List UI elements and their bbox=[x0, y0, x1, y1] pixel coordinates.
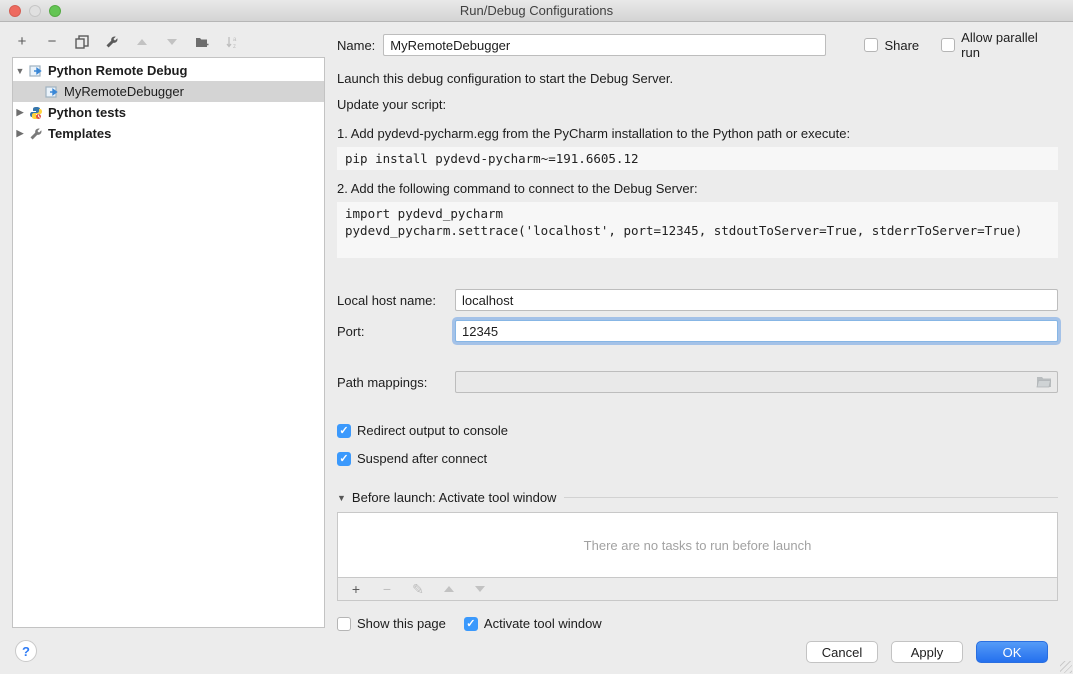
svg-text:a: a bbox=[233, 37, 237, 43]
tree-item-myremotedebugger[interactable]: MyRemoteDebugger bbox=[13, 81, 324, 102]
before-launch-toolbar: + − ✎ bbox=[337, 578, 1058, 601]
instruction-step-1: 1. Add pydevd-pycharm.egg from the PyCha… bbox=[337, 126, 1058, 141]
chevron-collapsed-icon[interactable]: ▶ bbox=[13, 107, 27, 118]
instruction-line-2: Update your script: bbox=[337, 97, 1058, 112]
new-folder-icon[interactable] bbox=[194, 34, 210, 50]
suspend-after-connect-checkbox-group[interactable]: ✓ Suspend after connect bbox=[337, 451, 1058, 466]
empty-tasks-message: There are no tasks to run before launch bbox=[584, 538, 812, 553]
local-host-name-label: Local host name: bbox=[337, 293, 455, 308]
ok-button[interactable]: OK bbox=[976, 641, 1048, 663]
cancel-button[interactable]: Cancel bbox=[806, 641, 878, 663]
python-icon bbox=[29, 106, 43, 120]
instruction-step-2: 2. Add the following command to connect … bbox=[337, 181, 1058, 196]
settrace-code-line-1: import pydevd_pycharm bbox=[345, 205, 1050, 222]
suspend-after-connect-label: Suspend after connect bbox=[357, 451, 487, 466]
tree-item-label: Templates bbox=[48, 126, 111, 141]
redirect-output-label: Redirect output to console bbox=[357, 423, 508, 438]
section-divider bbox=[564, 497, 1058, 498]
move-task-down-icon bbox=[472, 581, 488, 597]
window-title: Run/Debug Configurations bbox=[0, 3, 1073, 18]
allow-parallel-run-checkbox[interactable] bbox=[941, 38, 955, 52]
activate-tool-window-checkbox-group[interactable]: ✓ Activate tool window bbox=[464, 616, 602, 631]
allow-parallel-run-label: Allow parallel run bbox=[961, 30, 1058, 60]
run-config-icon bbox=[29, 64, 43, 78]
tree-item-label: Python tests bbox=[48, 105, 126, 120]
allow-parallel-run-checkbox-group[interactable]: Allow parallel run bbox=[941, 30, 1058, 60]
port-label: Port: bbox=[337, 324, 455, 339]
pip-install-code: pip install pydevd-pycharm~=191.6605.12 bbox=[337, 147, 1058, 170]
activate-tool-window-checkbox[interactable]: ✓ bbox=[464, 617, 478, 631]
resize-grip[interactable] bbox=[1060, 661, 1072, 673]
edit-templates-wrench-icon[interactable] bbox=[104, 34, 120, 50]
run-debug-configurations-dialog: Run/Debug Configurations + − az ▼ Python… bbox=[0, 0, 1073, 674]
dialog-buttons: Cancel Apply OK bbox=[806, 641, 1048, 663]
share-checkbox-group[interactable]: Share bbox=[864, 38, 919, 53]
before-launch-title: Before launch: Activate tool window bbox=[352, 490, 557, 505]
share-label: Share bbox=[884, 38, 919, 53]
tree-item-python-tests[interactable]: ▶ Python tests bbox=[13, 102, 324, 123]
tree-item-templates[interactable]: ▶ Templates bbox=[13, 123, 324, 144]
collapse-arrow-icon[interactable]: ▼ bbox=[337, 493, 346, 503]
local-host-name-input[interactable] bbox=[455, 289, 1058, 311]
remove-task-button: − bbox=[379, 581, 395, 597]
settrace-code-line-2: pydevd_pycharm.settrace('localhost', por… bbox=[345, 222, 1050, 239]
remove-configuration-button[interactable]: − bbox=[44, 34, 60, 50]
chevron-expanded-icon[interactable]: ▼ bbox=[13, 66, 27, 76]
tree-item-python-remote-debug[interactable]: ▼ Python Remote Debug bbox=[13, 60, 324, 81]
browse-folder-icon[interactable] bbox=[1036, 375, 1052, 391]
instruction-line-1: Launch this debug configuration to start… bbox=[337, 71, 1058, 86]
suspend-after-connect-checkbox[interactable]: ✓ bbox=[337, 452, 351, 466]
show-this-page-checkbox-group[interactable]: Show this page bbox=[337, 616, 446, 631]
settrace-code: import pydevd_pycharm pydevd_pycharm.set… bbox=[337, 202, 1058, 258]
show-this-page-label: Show this page bbox=[357, 616, 446, 631]
name-label: Name: bbox=[337, 38, 375, 53]
titlebar: Run/Debug Configurations bbox=[0, 0, 1073, 22]
wrench-icon bbox=[29, 127, 43, 141]
redirect-output-checkbox[interactable]: ✓ bbox=[337, 424, 351, 438]
sort-alphabetically-icon: az bbox=[224, 34, 240, 50]
svg-text:z: z bbox=[233, 44, 236, 49]
add-task-button[interactable]: + bbox=[348, 581, 364, 597]
edit-task-pencil-icon: ✎ bbox=[410, 581, 426, 597]
show-this-page-checkbox[interactable] bbox=[337, 617, 351, 631]
run-config-icon bbox=[45, 85, 59, 99]
tree-item-label: MyRemoteDebugger bbox=[64, 84, 184, 99]
copy-configuration-icon[interactable] bbox=[74, 34, 90, 50]
port-input[interactable] bbox=[455, 320, 1058, 342]
tree-item-label: Python Remote Debug bbox=[48, 63, 187, 78]
add-configuration-button[interactable]: + bbox=[14, 34, 30, 50]
move-down-icon bbox=[164, 34, 180, 50]
chevron-collapsed-icon[interactable]: ▶ bbox=[13, 128, 27, 139]
apply-button[interactable]: Apply bbox=[891, 641, 963, 663]
share-checkbox[interactable] bbox=[864, 38, 878, 52]
configurations-toolbar: + − az bbox=[14, 31, 240, 53]
move-up-icon bbox=[134, 34, 150, 50]
activate-tool-window-label: Activate tool window bbox=[484, 616, 602, 631]
before-launch-section-header[interactable]: ▼ Before launch: Activate tool window bbox=[337, 490, 1058, 505]
path-mappings-input[interactable] bbox=[455, 371, 1058, 393]
name-input[interactable] bbox=[383, 34, 826, 56]
move-task-up-icon bbox=[441, 581, 457, 597]
redirect-output-checkbox-group[interactable]: ✓ Redirect output to console bbox=[337, 423, 1058, 438]
configurations-tree: ▼ Python Remote Debug MyRemoteDebugger ▶… bbox=[12, 57, 325, 628]
before-launch-task-list[interactable]: There are no tasks to run before launch bbox=[337, 512, 1058, 578]
configuration-form: Name: Share Allow parallel run Launch th… bbox=[337, 30, 1058, 631]
path-mappings-label: Path mappings: bbox=[337, 375, 455, 390]
help-button[interactable]: ? bbox=[15, 640, 37, 662]
